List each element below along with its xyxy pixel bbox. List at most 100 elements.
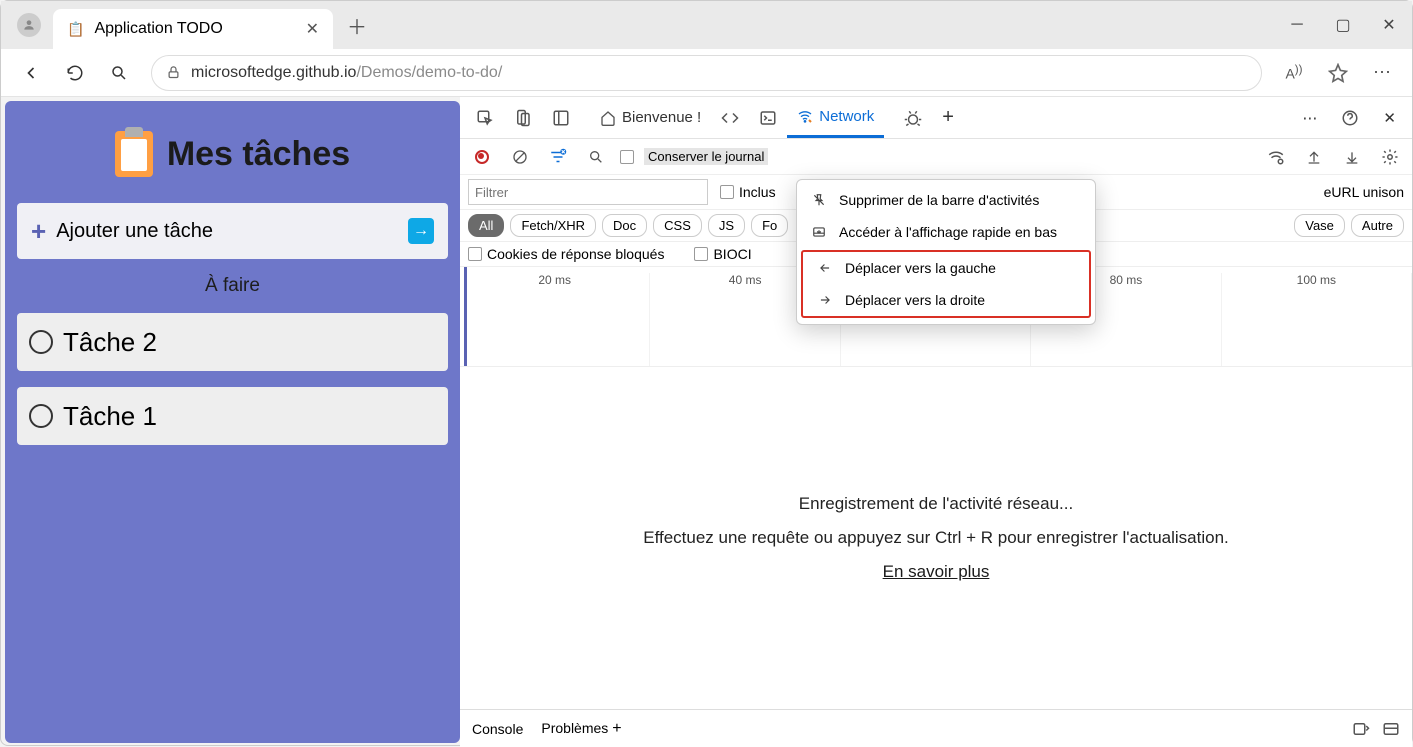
record-button[interactable] — [468, 143, 496, 171]
arrow-left-icon — [817, 261, 833, 275]
blocked-cookies-checkbox[interactable]: Cookies de réponse bloqués — [468, 246, 664, 262]
ctx-move-left[interactable]: Déplacer vers la gauche — [803, 252, 1089, 284]
chip-wasm[interactable]: Vase — [1294, 214, 1345, 237]
chip-doc[interactable]: Doc — [602, 214, 647, 237]
export-button[interactable] — [1338, 143, 1366, 171]
plus-icon: + — [31, 216, 46, 247]
window-close-button[interactable]: ✕ — [1366, 5, 1412, 45]
task-item[interactable]: Tâche 1 — [17, 387, 448, 445]
titlebar: 📋 Application TODO ✕ ＋ ─ ▢ ✕ — [1, 1, 1412, 49]
import-button[interactable] — [1300, 143, 1328, 171]
drawer-console-tab[interactable]: Console — [472, 721, 523, 737]
tab-debug[interactable] — [894, 98, 932, 138]
tab-elements[interactable] — [711, 98, 749, 138]
search-network-button[interactable] — [582, 143, 610, 171]
task-label: Tâche 2 — [63, 327, 157, 358]
chip-all[interactable]: All — [468, 214, 504, 237]
learn-more-link[interactable]: En savoir plus — [883, 562, 990, 582]
upload-icon — [1306, 149, 1322, 165]
throttling-button[interactable] — [1262, 143, 1290, 171]
device-button[interactable] — [504, 98, 542, 138]
inspect-icon — [476, 109, 494, 127]
omnibox[interactable]: microsoftedge.github.io/Demos/demo-to-do… — [151, 55, 1262, 91]
section-heading: À faire — [17, 275, 448, 297]
settings-button[interactable] — [1376, 143, 1404, 171]
chip-font[interactable]: Fo — [751, 214, 788, 237]
address-bar: microsoftedge.github.io/Demos/demo-to-do… — [1, 49, 1412, 97]
app-title: Mes tâches — [167, 135, 350, 174]
favorite-button[interactable] — [1318, 53, 1358, 93]
network-toolbar: Conserver le journal — [460, 139, 1412, 175]
search-button[interactable] — [99, 53, 139, 93]
chip-other[interactable]: Autre — [1351, 214, 1404, 237]
search-icon — [110, 64, 128, 82]
url-text: microsoftedge.github.io/Demos/demo-to-do… — [191, 64, 502, 82]
blocked-requests-checkbox[interactable]: BIOCI — [694, 246, 751, 262]
devtools-close-button[interactable]: ✕ — [1373, 98, 1406, 138]
window-minimize-button[interactable]: ─ — [1274, 5, 1320, 45]
lock-icon — [166, 65, 181, 80]
new-tab-button[interactable]: ＋ — [341, 5, 373, 46]
code-icon — [721, 109, 739, 127]
download-icon — [1344, 149, 1360, 165]
dock-button[interactable] — [542, 98, 580, 138]
url-match-label: eURL unison — [1324, 184, 1404, 200]
home-icon — [600, 110, 616, 126]
timeline-tick: 100 ms — [1222, 273, 1412, 366]
ctx-remove-from-bar[interactable]: Supprimer de la barre d'activités — [797, 184, 1095, 216]
submit-arrow-icon[interactable]: → — [408, 218, 434, 244]
tab-favicon-icon: 📋 — [67, 21, 84, 38]
wifi-settings-icon — [1267, 148, 1285, 166]
add-task-button[interactable]: + Ajouter une tâche → — [17, 203, 448, 259]
chip-js[interactable]: JS — [708, 214, 745, 237]
devtools-more-button[interactable]: ⋯ — [1292, 98, 1327, 138]
filter-icon — [549, 148, 567, 166]
empty-state: Enregistrement de l'activité réseau... E… — [460, 367, 1412, 709]
ctx-quick-view[interactable]: Accéder à l'affichage rapide en bas — [797, 216, 1095, 248]
filter-input[interactable] — [468, 179, 708, 205]
empty-line-1: Enregistrement de l'activité réseau... — [799, 494, 1073, 514]
more-button[interactable]: ⋯ — [1362, 53, 1402, 93]
task-checkbox[interactable] — [29, 330, 53, 354]
profile-avatar[interactable] — [17, 13, 41, 37]
todo-app: Mes tâches + Ajouter une tâche → À faire… — [5, 101, 460, 743]
timeline-tick: 20 ms — [460, 273, 650, 366]
clipboard-icon — [115, 131, 153, 177]
read-aloud-button[interactable]: A)) — [1274, 53, 1314, 93]
tab-add[interactable]: + — [932, 98, 964, 138]
tab-welcome[interactable]: Bienvenue ! — [590, 98, 711, 138]
gear-icon — [1381, 148, 1399, 166]
back-button[interactable] — [11, 53, 51, 93]
clear-button[interactable] — [506, 143, 534, 171]
task-label: Tâche 1 — [63, 401, 157, 432]
task-item[interactable]: Tâche 2 — [17, 313, 448, 371]
search-icon — [588, 149, 604, 165]
tab-console[interactable] — [749, 98, 787, 138]
bug-icon — [904, 109, 922, 127]
tab-network[interactable]: Network — [787, 98, 884, 138]
drawer-bar: Console Problèmes + — [460, 709, 1412, 747]
refresh-button[interactable] — [55, 53, 95, 93]
context-menu: Supprimer de la barre d'activités Accéde… — [796, 179, 1096, 325]
preserve-log-checkbox[interactable] — [620, 150, 634, 164]
chip-fetch[interactable]: Fetch/XHR — [510, 214, 596, 237]
chip-css[interactable]: CSS — [653, 214, 702, 237]
devtools-help-button[interactable] — [1331, 98, 1369, 138]
window-maximize-button[interactable]: ▢ — [1320, 5, 1366, 45]
drawer-issues-icon[interactable] — [1352, 720, 1370, 738]
tab-close-icon[interactable]: ✕ — [306, 19, 319, 39]
filter-toggle[interactable] — [544, 143, 572, 171]
add-task-label: Ajouter une tâche — [56, 220, 213, 243]
browser-tab[interactable]: 📋 Application TODO ✕ — [53, 9, 333, 49]
inspect-button[interactable] — [466, 98, 504, 138]
empty-line-2: Effectuez une requête ou appuyez sur Ctr… — [643, 528, 1229, 548]
wifi-icon — [797, 108, 813, 124]
invert-checkbox[interactable]: Inclus — [720, 184, 776, 200]
task-checkbox[interactable] — [29, 404, 53, 428]
record-icon — [475, 150, 489, 164]
drawer-expand-icon[interactable] — [1382, 720, 1400, 738]
device-icon — [514, 109, 532, 127]
drawer-problems-tab[interactable]: Problèmes + — [541, 720, 621, 738]
arrow-left-icon — [21, 63, 41, 83]
ctx-move-right[interactable]: Déplacer vers la droite — [803, 284, 1089, 316]
